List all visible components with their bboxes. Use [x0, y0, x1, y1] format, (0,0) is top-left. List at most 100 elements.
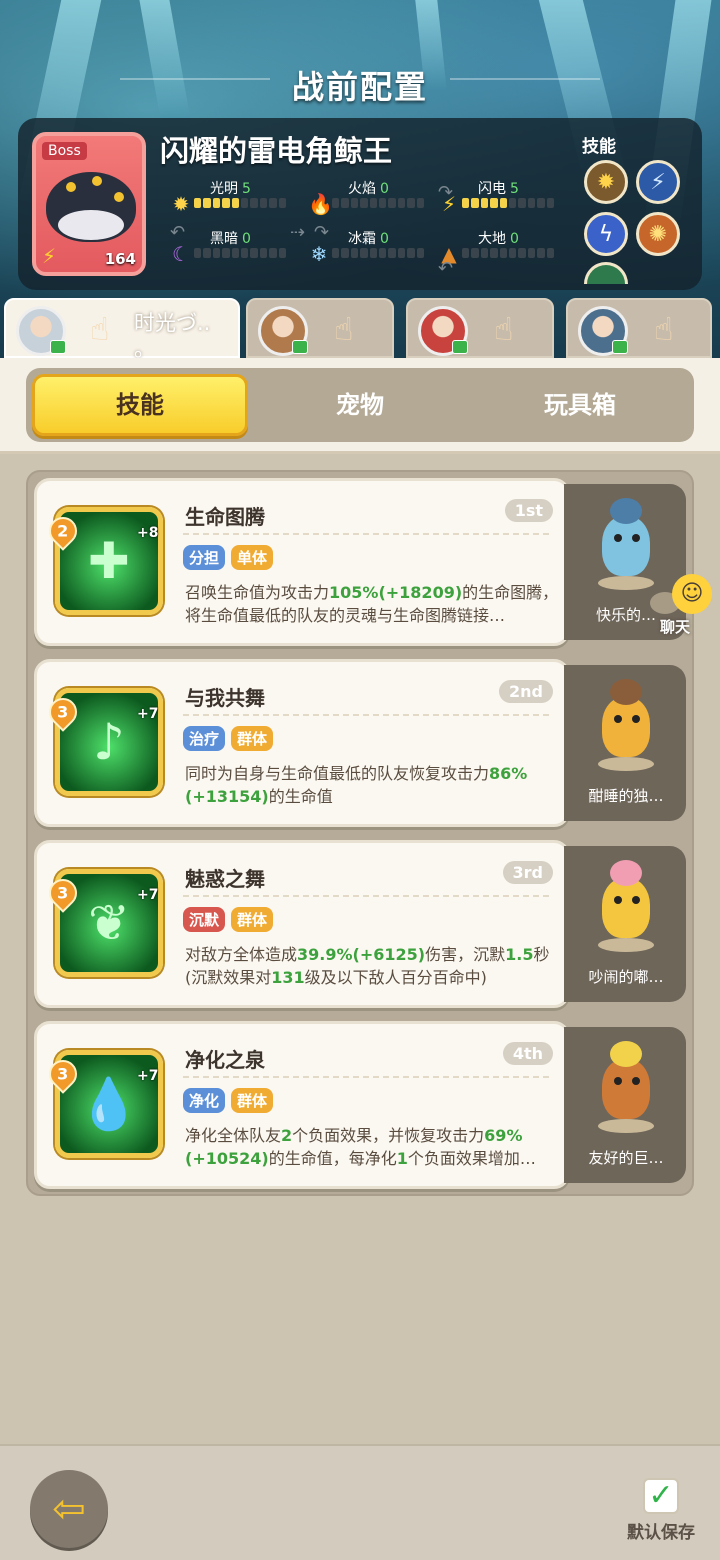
arrow-left-icon: ⇦: [52, 1486, 86, 1532]
description-segment: 105%(+18209): [329, 583, 463, 602]
description-segment: 个负面效果增加…: [407, 1149, 536, 1168]
skill-description: 净化全体队友2个负面效果，并恢复攻击力69%(+10524)的生命值，每净化1个…: [185, 1124, 563, 1170]
pet-slot[interactable]: 吵闹的嘟…: [564, 846, 686, 1002]
boss-name: 闪耀的雷电角鲸王: [160, 134, 393, 168]
description-segment: 131: [271, 968, 305, 987]
element-value: 0: [380, 231, 389, 247]
element-stat: ✹ 光明 5: [170, 178, 288, 218]
skill-rank-badge: 3rd: [502, 861, 553, 884]
back-button[interactable]: ⇦: [30, 1470, 108, 1548]
boss-skills-label: 技能: [582, 137, 616, 157]
element-name: 冰霜: [348, 231, 376, 247]
element-stat: ▲ 大地 0: [438, 228, 556, 268]
skill-list: ✚ 2 +8 生命图腾 1st 分担 单体 召唤生命值为攻击力105%(+1820…: [26, 470, 694, 1196]
skill-tag: 沉默: [183, 907, 226, 932]
skill-row[interactable]: ❦ 3 +7 魅惑之舞 3rd 沉默 群体 对敌方全体造成39.9%(+6125)…: [34, 840, 686, 1008]
element-bar: [194, 248, 287, 258]
element-stat: 🔥 火焰 0: [308, 178, 426, 218]
element-stat: ☾ 黑暗 0: [170, 228, 288, 268]
chat-status-icon: [50, 340, 66, 354]
element-label: 光明 5: [210, 178, 251, 198]
element-bar: [462, 248, 555, 258]
skill-tag: 群体: [231, 907, 274, 932]
skill-row[interactable]: 💧 3 +7 净化之泉 4th 净化 群体 净化全体队友2个负面效果，并恢复攻击力…: [34, 1021, 686, 1189]
description-segment: 1: [396, 1149, 408, 1168]
skill-level: 3: [57, 1064, 69, 1084]
description-segment: 个负面效果，并恢复攻击力: [292, 1126, 485, 1145]
boss-skill-bolt-icon[interactable]: ϟ: [584, 212, 628, 256]
element-name: 大地: [478, 231, 506, 247]
skill-tag: 治疗: [183, 726, 226, 751]
chat-status-icon: [292, 340, 308, 354]
element-bar: [332, 198, 425, 208]
pet-slot[interactable]: 友好的巨…: [564, 1027, 686, 1183]
skill-name: 与我共舞: [185, 686, 265, 710]
pet-figure: [594, 860, 656, 946]
tab-skills[interactable]: 技能: [32, 374, 248, 436]
boss-avatar[interactable]: Boss ⚡ 164: [32, 132, 146, 276]
element-label: 冰霜 0: [348, 228, 389, 248]
skill-tag: 群体: [231, 1088, 274, 1113]
skill-tag: 单体: [231, 545, 274, 570]
hero-selector: ☝ 时光づ.. 。 ☝ ☝ ☝: [0, 296, 720, 361]
element-label: 大地 0: [478, 228, 519, 248]
default-save-label: 默认保存: [627, 1523, 695, 1543]
skill-card[interactable]: ♪ 3 +7 与我共舞 2nd 治疗 群体 同时为自身与生命值最低的队友恢复攻击力…: [34, 659, 570, 827]
description-segment: 净化全体队友: [185, 1126, 282, 1145]
skill-description: 对敌方全体造成39.9%(+6125)伤害，沉默1.5秒(沉默效果对131级及以…: [185, 943, 563, 989]
skill-description: 同时为自身与生命值最低的队友恢复攻击力86%(+13154)的生命值: [185, 762, 563, 808]
skill-card[interactable]: 💧 3 +7 净化之泉 4th 净化 群体 净化全体队友2个负面效果，并恢复攻击力…: [34, 1021, 570, 1189]
skill-description: 召唤生命值为攻击力105%(+18209)的生命图腾，将生命值最低的队友的灵魂与…: [185, 581, 563, 627]
hero-slot[interactable]: ☝: [246, 298, 394, 358]
skill-tag: 净化: [183, 1088, 226, 1113]
pet-name: 友好的巨…: [588, 1149, 664, 1167]
checkbox-checked-icon[interactable]: ✓: [643, 1478, 679, 1514]
smiley-icon: ☺: [672, 574, 712, 614]
skill-card[interactable]: ✚ 2 +8 生命图腾 1st 分担 单体 召唤生命值为攻击力105%(+1820…: [34, 478, 570, 646]
description-segment: 级及以下敌人百分百命中): [304, 968, 487, 987]
hero-slot[interactable]: ☝ 时光づ.. 。: [4, 298, 240, 361]
skill-name: 生命图腾: [185, 505, 265, 529]
skill-tag: 群体: [231, 726, 274, 751]
hero-name: 时光づ.. 。: [134, 311, 211, 361]
element-bar: [462, 198, 555, 208]
tab-toybox[interactable]: 玩具箱: [472, 374, 688, 436]
tap-hand-icon: ☝: [494, 310, 514, 348]
skill-bonus: +7: [137, 887, 159, 903]
hero-slot[interactable]: ☝: [406, 298, 554, 358]
hero-slot[interactable]: ☝: [566, 298, 712, 358]
boss-skill-sun-icon[interactable]: ✹: [584, 160, 628, 204]
skill-rank-badge: 2nd: [499, 680, 553, 703]
swap-arrow-icon: ↷: [438, 182, 454, 203]
element-bar: [194, 198, 287, 208]
skill-tags: 沉默 群体: [183, 907, 274, 932]
snowflake-icon: ❄: [310, 242, 328, 266]
skill-level: 2: [57, 521, 69, 541]
boss-skill-more-icon[interactable]: [584, 262, 628, 284]
skill-row[interactable]: ♪ 3 +7 与我共舞 2nd 治疗 群体 同时为自身与生命值最低的队友恢复攻击力…: [34, 659, 686, 827]
skill-card[interactable]: ❦ 3 +7 魅惑之舞 3rd 沉默 群体 对敌方全体造成39.9%(+6125)…: [34, 840, 570, 1008]
chat-button[interactable]: ☺ 聊天: [650, 574, 712, 636]
swap-arrow-icon: ⇢: [290, 222, 306, 243]
pet-figure: [594, 498, 656, 584]
description-segment: 同时为自身与生命值最低的队友恢复攻击力: [185, 764, 490, 783]
skill-row[interactable]: ✚ 2 +8 生命图腾 1st 分担 单体 召唤生命值为攻击力105%(+1820…: [34, 478, 686, 646]
pet-slot[interactable]: 酣睡的独…: [564, 665, 686, 821]
boss-skill-burst-icon[interactable]: ✺: [636, 212, 680, 256]
skill-level: 3: [57, 883, 69, 903]
default-save-toggle[interactable]: ✓ 默认保存: [620, 1478, 702, 1543]
element-bar: [332, 248, 425, 258]
description-segment: 对敌方全体造成: [185, 945, 298, 964]
page-title: 战前配置: [291, 68, 428, 106]
skill-bonus: +8: [137, 525, 159, 541]
skill-tags: 分担 单体: [183, 545, 274, 570]
pet-figure: [594, 1041, 656, 1127]
element-value: 5: [242, 181, 251, 197]
boss-skill-thunder-icon[interactable]: ⚡: [636, 160, 680, 204]
element-label: 火焰 0: [348, 178, 389, 198]
element-name: 闪电: [478, 181, 506, 197]
tab-pets[interactable]: 宠物: [252, 374, 468, 436]
element-value: 5: [510, 181, 519, 197]
boss-info-panel: Boss ⚡ 164 闪耀的雷电角鲸王 ✹ 光明 5 🔥 火焰 0 ⚡ 闪电 5 ☾ 黑暗 0 ❄ 冰霜 0…: [18, 118, 702, 290]
skill-rank-badge: 1st: [504, 499, 553, 522]
